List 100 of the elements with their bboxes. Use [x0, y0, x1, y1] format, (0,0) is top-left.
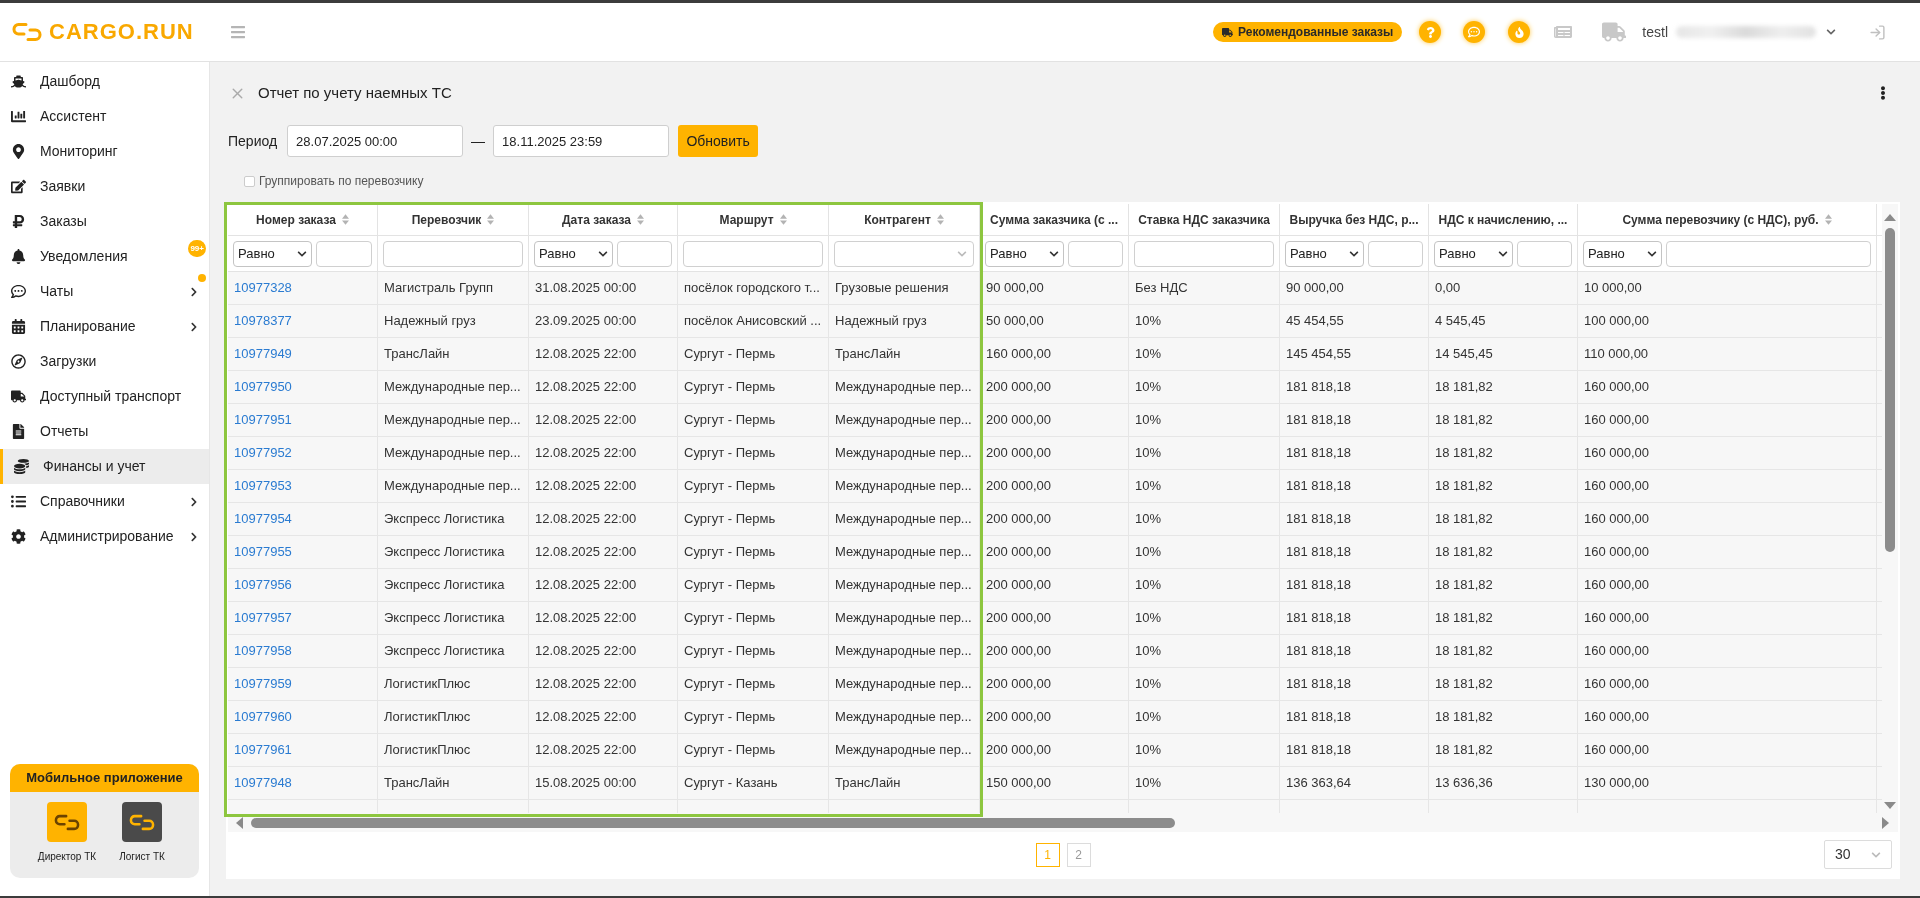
page-size-select[interactable]: 30	[1824, 840, 1892, 869]
table-cell: 12.08.2025 22:00	[529, 338, 678, 370]
column-header[interactable]: НДС к начислению, ...	[1429, 204, 1578, 235]
column-header[interactable]: Выручка без НДС, р...	[1280, 204, 1429, 235]
filter-input[interactable]	[1666, 240, 1871, 267]
sidebar-item[interactable]: Администрирование	[0, 519, 209, 554]
sidebar-item[interactable]: Планирование	[0, 309, 209, 344]
operator-select[interactable]: Равно	[1285, 240, 1364, 267]
order-link[interactable]: 10977957	[234, 608, 292, 628]
sort-icon	[779, 214, 787, 225]
app-icon[interactable]	[122, 802, 162, 842]
date-input[interactable]: 18.11.2025 23:59	[493, 125, 670, 157]
table-cell: 160 000,00	[1578, 536, 1877, 568]
table-cell: 12.08.2025 22:00	[529, 536, 678, 568]
column-header[interactable]: Маршрут	[678, 204, 829, 235]
fire-button[interactable]	[1508, 21, 1531, 43]
sidebar-item[interactable]: Мониторинг	[0, 134, 209, 169]
column-header[interactable]: Сумма заказчика (с ...	[980, 204, 1129, 235]
operator-select[interactable]: Равно	[534, 240, 613, 267]
recommended-orders-button[interactable]: Рекомендованные заказы	[1213, 22, 1403, 42]
order-link[interactable]: 10977952	[234, 443, 292, 463]
menu-icon[interactable]	[229, 24, 246, 40]
scrollbar-thumb[interactable]	[1885, 228, 1895, 552]
order-link[interactable]: 10977956	[234, 575, 292, 595]
order-link[interactable]: 10977328	[234, 278, 292, 298]
order-link[interactable]: 10977961	[234, 740, 292, 760]
filter-input[interactable]	[383, 240, 523, 267]
sidebar-item[interactable]: Доступный транспорт	[0, 379, 209, 414]
arrow-up-icon[interactable]	[1884, 214, 1896, 221]
sidebar-item[interactable]: Справочники	[0, 484, 209, 519]
sidebar-item[interactable]: Заявки	[0, 169, 209, 204]
table-cell: Экспресс Логистика	[378, 635, 529, 667]
filter-select[interactable]	[834, 240, 974, 267]
table-cell: 160 000,00	[1578, 602, 1877, 634]
table-cell: 200 000,00	[980, 701, 1129, 733]
sidebar-item[interactable]: Уведомления 99+	[0, 239, 209, 274]
operator-select[interactable]: Равно	[985, 240, 1064, 267]
column-header[interactable]: Дата заказа	[529, 204, 678, 235]
filter-input[interactable]	[1368, 240, 1423, 267]
truck-icon	[1222, 26, 1233, 38]
app-icon[interactable]	[47, 802, 87, 842]
column-header[interactable]: Сумма перевозчику (с НДС), руб.	[1578, 204, 1877, 235]
order-link[interactable]: 10977951	[234, 410, 292, 430]
table-cell: ТрансЛайн	[829, 338, 980, 370]
order-link[interactable]: 10977958	[234, 641, 292, 661]
chat-button[interactable]	[1463, 21, 1486, 43]
sidebar-item[interactable]: Ассистент	[0, 99, 209, 134]
order-link[interactable]: 10977948	[234, 773, 292, 793]
order-link[interactable]: 10977950	[234, 377, 292, 397]
order-link[interactable]: 10977953	[234, 476, 292, 496]
column-header[interactable]: Номер заказа	[228, 204, 378, 235]
newspaper-icon[interactable]	[1554, 23, 1573, 41]
sidebar-item[interactable]: Отчеты	[0, 414, 209, 449]
order-link[interactable]: 10977954	[234, 509, 292, 529]
checkbox[interactable]	[244, 175, 255, 187]
column-header[interactable]: Контрагент	[829, 204, 980, 235]
table-cell: 10%	[1129, 305, 1280, 337]
exit-icon[interactable]	[1869, 23, 1886, 41]
user-name[interactable]: testl	[1642, 21, 1668, 43]
table-cell: 160 000,00	[1578, 503, 1877, 535]
filter-input[interactable]	[617, 240, 672, 267]
order-link[interactable]: 10977955	[234, 542, 292, 562]
arrow-down-icon[interactable]	[1884, 802, 1896, 809]
operator-select[interactable]: Равно	[1583, 240, 1662, 267]
app-label: Директор ТК	[37, 850, 97, 864]
filter-input[interactable]	[1068, 240, 1123, 267]
column-header[interactable]: Ставка НДС заказчика	[1129, 204, 1280, 235]
sidebar-item[interactable]: Дашборд	[0, 64, 209, 99]
filter-input[interactable]	[1134, 240, 1274, 267]
sidebar-item[interactable]: Чаты	[0, 274, 209, 309]
count-badge: 99+	[188, 240, 206, 257]
order-link[interactable]: 10977959	[234, 674, 292, 694]
operator-select[interactable]: Равно	[233, 240, 312, 267]
sidebar-item[interactable]: Заказы	[0, 204, 209, 239]
table-cell: 18 181,82	[1429, 668, 1578, 700]
chevron-down-icon	[1647, 248, 1657, 259]
refresh-button[interactable]: Обновить	[678, 125, 759, 157]
arrow-right-icon[interactable]	[1882, 816, 1889, 829]
question-mark-icon	[1424, 26, 1436, 38]
help-button[interactable]	[1419, 21, 1442, 43]
order-link[interactable]: 10977949	[234, 344, 292, 364]
map-pin-icon	[11, 144, 26, 159]
horizontal-scrollbar[interactable]	[228, 813, 1898, 832]
sidebar-item[interactable]: Загрузки	[0, 344, 209, 379]
filter-input[interactable]	[1517, 240, 1572, 267]
column-header[interactable]: Перевозчик	[378, 204, 529, 235]
filter-input[interactable]	[683, 240, 823, 267]
vertical-scrollbar[interactable]	[1882, 204, 1898, 813]
date-input[interactable]: 28.07.2025 00:00	[287, 125, 464, 157]
operator-select[interactable]: Равно	[1434, 240, 1513, 267]
scrollbar-thumb[interactable]	[251, 817, 1175, 828]
table-cell: 160 000,00	[980, 338, 1129, 370]
truck-icon[interactable]	[1602, 22, 1627, 42]
sidebar-item[interactable]: Финансы и учет	[0, 449, 209, 484]
filter-input[interactable]	[316, 240, 372, 267]
order-link[interactable]: 10977960	[234, 707, 292, 727]
table-cell: 90 000,00	[980, 272, 1129, 304]
order-link[interactable]: 10978377	[234, 311, 292, 331]
chevron-down-icon[interactable]	[1826, 27, 1836, 37]
arrow-left-icon[interactable]	[236, 816, 243, 829]
